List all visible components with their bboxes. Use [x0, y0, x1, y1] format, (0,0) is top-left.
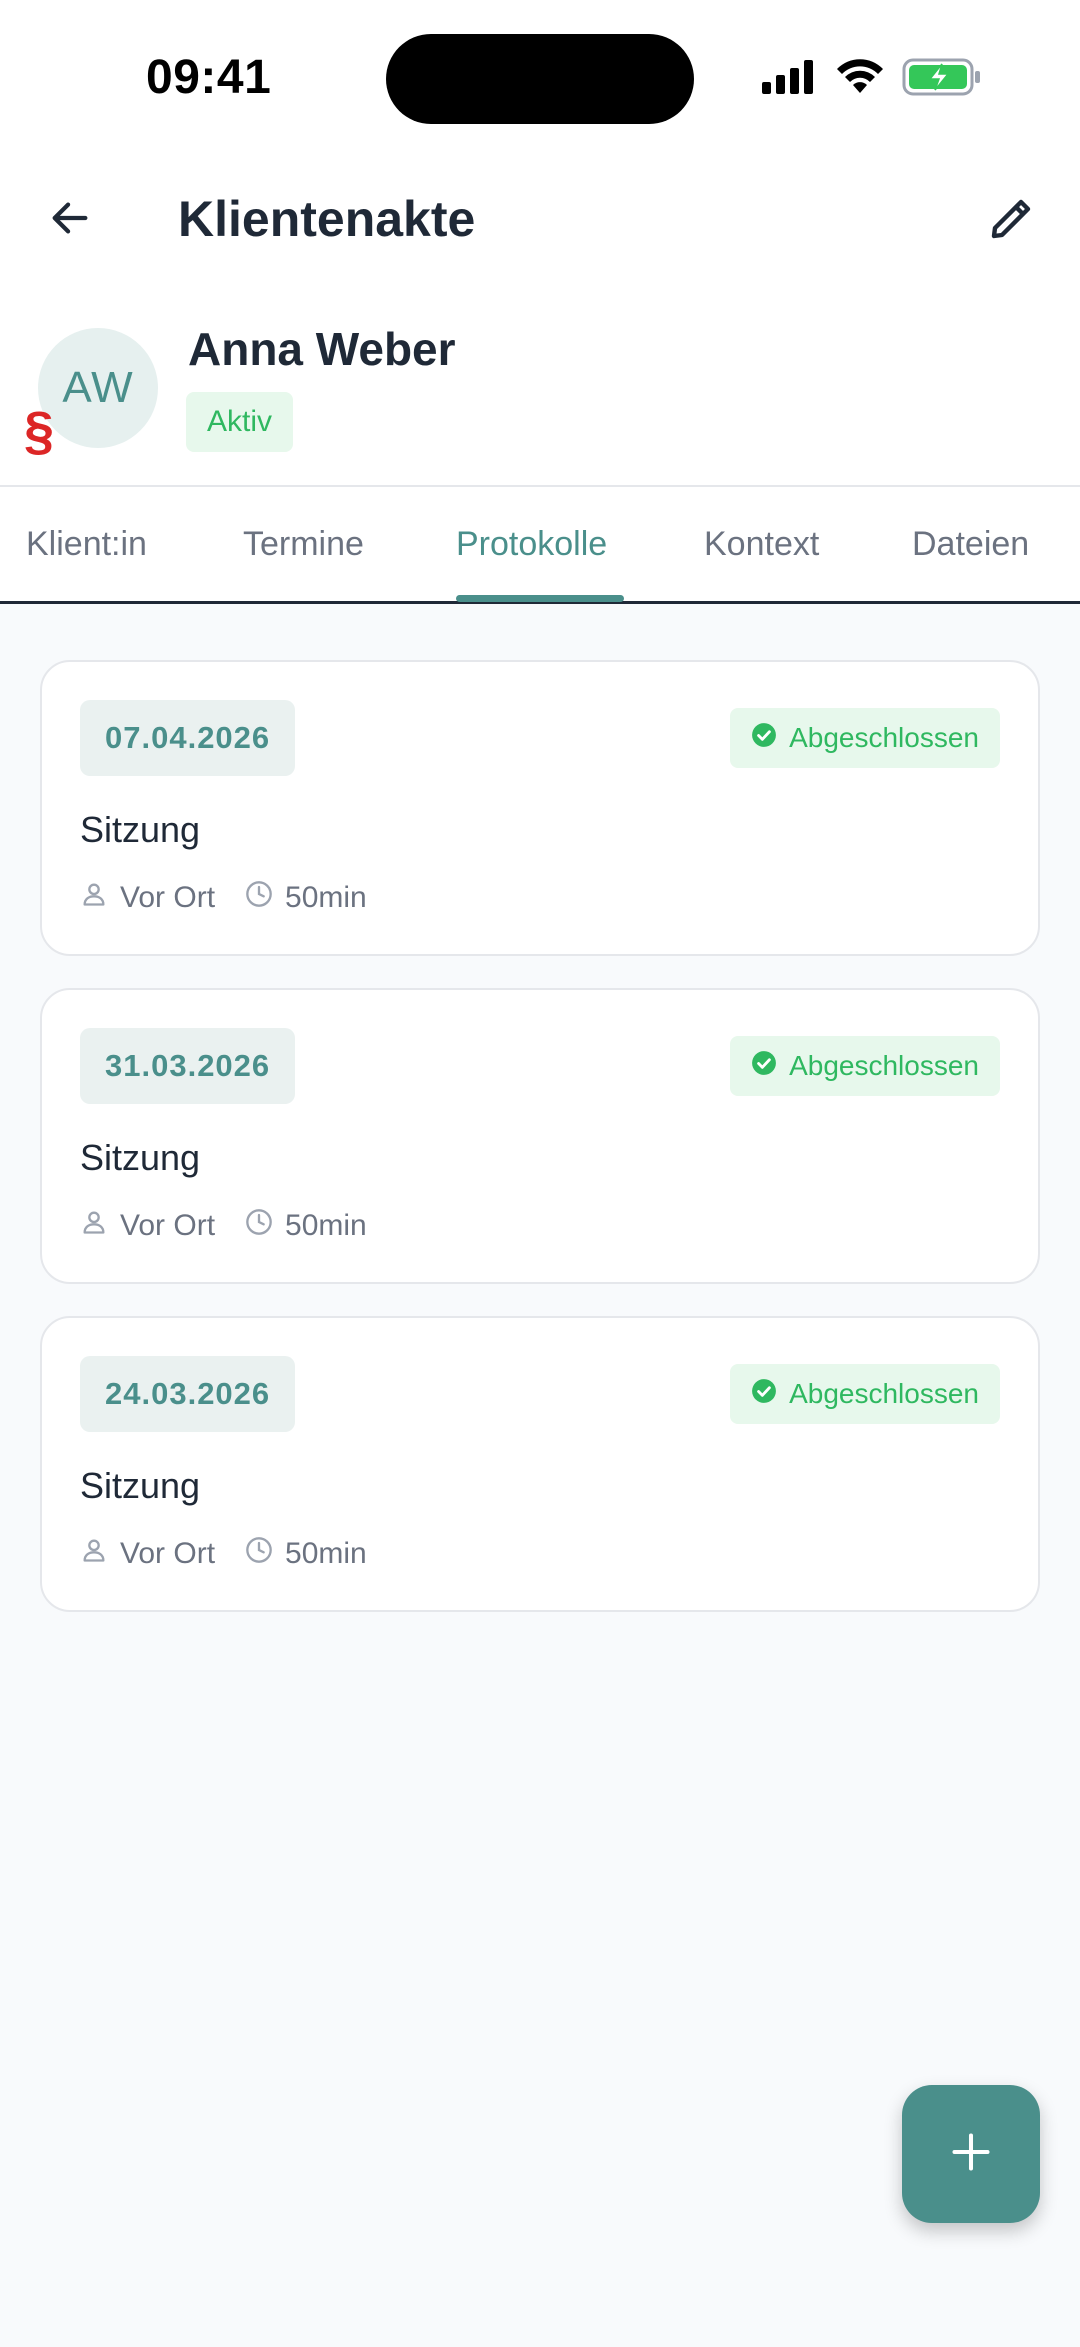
add-protocol-button[interactable] — [902, 2085, 1040, 2223]
check-circle-icon — [751, 1050, 777, 1083]
location-label: Vor Ort — [120, 1537, 216, 1570]
protocol-card[interactable]: 31.03.2026 Abgeschlossen Sitzung Vor Ort — [40, 988, 1040, 1284]
card-title: Sitzung — [80, 1465, 201, 1506]
location-info: Vor Ort — [80, 1208, 215, 1244]
duration-label: 50min — [285, 1537, 367, 1570]
signal-icon — [762, 60, 818, 99]
back-button[interactable] — [36, 186, 104, 254]
tab-klientin[interactable]: Klient:in — [26, 525, 147, 564]
location-label: Vor Ort — [120, 1209, 216, 1242]
screen: 09:41 Klientenakte AW § Anna Weber Aktiv… — [0, 0, 1080, 2347]
tab-bar: Klient:in Termine Protokolle Kontext Dat… — [0, 487, 1080, 604]
location-label: Vor Ort — [120, 881, 216, 914]
status-label: Abgeschlossen — [789, 1050, 979, 1081]
arrow-left-icon — [47, 195, 93, 246]
client-name: Anna Weber — [188, 323, 456, 375]
card-meta: Vor Ort 50min — [80, 880, 397, 916]
date-chip: 07.04.2026 — [80, 700, 296, 776]
duration-info: 50min — [245, 1536, 367, 1572]
person-icon — [80, 880, 108, 916]
status-badge: Abgeschlossen — [730, 1036, 1000, 1096]
location-info: Vor Ort — [80, 1536, 215, 1572]
plus-icon — [949, 2130, 993, 2179]
protocol-card[interactable]: 24.03.2026 Abgeschlossen Sitzung Vor Ort — [40, 1316, 1040, 1612]
location-info: Vor Ort — [80, 880, 215, 916]
tab-kontext[interactable]: Kontext — [704, 525, 819, 564]
status-label: Abgeschlossen — [789, 722, 979, 753]
avatar: AW — [38, 328, 158, 448]
clock-icon — [245, 880, 273, 916]
date-chip: 24.03.2026 — [80, 1356, 296, 1432]
duration-info: 50min — [245, 1208, 367, 1244]
status-icons — [762, 58, 982, 101]
duration-label: 50min — [285, 881, 367, 914]
status-bar: 09:41 — [0, 0, 1080, 150]
card-meta: Vor Ort 50min — [80, 1208, 397, 1244]
wifi-icon — [836, 59, 884, 100]
duration-info: 50min — [245, 880, 367, 916]
protocol-list: 07.04.2026 Abgeschlossen Sitzung Vor Ort — [40, 660, 1040, 1644]
client-profile: AW § Anna Weber Aktiv — [0, 290, 1080, 487]
status-label: Abgeschlossen — [789, 1378, 979, 1409]
check-circle-icon — [751, 1378, 777, 1411]
protocol-card[interactable]: 07.04.2026 Abgeschlossen Sitzung Vor Ort — [40, 660, 1040, 956]
active-tab-indicator — [456, 595, 624, 602]
status-badge: Abgeschlossen — [730, 708, 1000, 768]
dynamic-island — [386, 34, 694, 124]
date-chip: 31.03.2026 — [80, 1028, 296, 1104]
pencil-icon — [988, 194, 1036, 247]
duration-label: 50min — [285, 1209, 367, 1242]
card-title: Sitzung — [80, 809, 201, 850]
person-icon — [80, 1536, 108, 1572]
clock-icon — [245, 1208, 273, 1244]
legal-marker: § — [24, 401, 55, 461]
edit-button[interactable] — [978, 186, 1046, 254]
clock-icon — [245, 1536, 273, 1572]
app-header: Klientenakte — [0, 150, 1080, 290]
tab-dateien[interactable]: Dateien — [912, 525, 1029, 564]
status-badge: Aktiv — [186, 392, 294, 452]
person-icon — [80, 1208, 108, 1244]
tab-termine[interactable]: Termine — [243, 525, 364, 564]
page-title: Klientenakte — [178, 191, 476, 247]
status-time: 09:41 — [146, 51, 272, 104]
tab-protokolle[interactable]: Protokolle — [456, 525, 607, 564]
check-circle-icon — [751, 722, 777, 755]
card-title: Sitzung — [80, 1137, 201, 1178]
status-badge: Abgeschlossen — [730, 1364, 1000, 1424]
card-meta: Vor Ort 50min — [80, 1536, 397, 1572]
battery-charging-icon — [902, 58, 982, 101]
